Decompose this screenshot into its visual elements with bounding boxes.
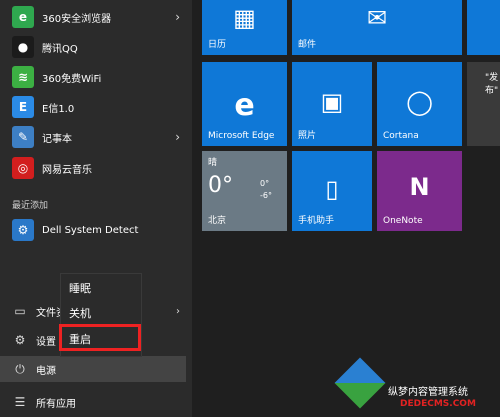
phone-assistant-icon: ▯ <box>325 175 339 203</box>
recent-section-header: 最近添加 <box>12 201 49 211</box>
app-label: Dell System Detect <box>42 224 139 236</box>
tile-label: 照片 <box>298 131 317 141</box>
folder-icon: ▭ <box>14 304 26 318</box>
all-apps-label: 所有应用 <box>36 398 76 410</box>
weather-condition: 晴 <box>208 158 218 168</box>
tile-mail[interactable]: ✉ 邮件 <box>292 0 462 55</box>
news-label: "发布" <box>485 73 499 96</box>
watermark-logo-icon <box>334 357 386 409</box>
weather-low: -6° <box>260 191 272 200</box>
watermark: 纵梦内容管理系统 DEDECMS.COM <box>334 355 500 417</box>
onenote-icon: N <box>409 173 430 201</box>
qq-icon: ● <box>12 36 34 58</box>
app-item-qq[interactable]: ● 腾讯QQ <box>0 33 192 61</box>
tile-label: Cortana <box>383 131 419 141</box>
chevron-right-icon[interactable]: › <box>176 306 180 317</box>
app-label: 360安全浏览器 <box>42 13 112 25</box>
app-item-360-wifi[interactable]: ≋ 360免费WiFi <box>0 63 192 91</box>
gear-icon: ⚙ <box>14 333 26 347</box>
app-label: 腾讯QQ <box>42 43 78 55</box>
watermark-text: 纵梦内容管理系统 <box>388 387 468 398</box>
all-apps-item[interactable]: ☰ 所有应用 <box>0 389 192 415</box>
tile-label: 手机助手 <box>298 216 335 226</box>
wifi-360-icon: ≋ <box>12 66 34 88</box>
tile-partial[interactable] <box>467 0 500 55</box>
chevron-right-icon[interactable]: › <box>175 130 180 144</box>
power-item[interactable]: ⏻ 电源 <box>0 356 186 382</box>
app-label: 360免费WiFi <box>42 73 102 85</box>
netease-music-icon: ◎ <box>12 157 34 179</box>
tile-label: 邮件 <box>298 40 317 50</box>
tile-weather[interactable]: 晴 0° 0° -6° 北京 <box>202 151 287 231</box>
tile-label: 日历 <box>208 40 227 50</box>
tile-label: Microsoft Edge <box>208 131 275 141</box>
tile-cortana[interactable]: ◯ Cortana <box>377 62 462 146</box>
tile-calendar[interactable]: ▦ 日历 <box>202 0 287 55</box>
cortana-icon: ◯ <box>406 88 433 116</box>
tile-label: OneNote <box>383 216 423 226</box>
restart-highlight <box>59 324 141 351</box>
app-label: 网易云音乐 <box>42 164 92 176</box>
power-icon: ⏻ <box>15 361 25 376</box>
app-item-dell-system-detect[interactable]: ⚙ Dell System Detect <box>0 216 192 244</box>
settings-label: 设置 <box>36 336 56 348</box>
app-item-notepad[interactable]: ✎ 记事本 › <box>0 123 192 151</box>
weather-city: 北京 <box>208 216 227 226</box>
power-label: 电源 <box>36 365 56 377</box>
calendar-icon: ▦ <box>233 4 256 32</box>
tile-edge[interactable]: e Microsoft Edge <box>202 62 287 146</box>
chevron-right-icon[interactable]: › <box>175 10 180 24</box>
browser-360-icon: e <box>12 6 34 28</box>
tile-onenote[interactable]: N OneNote <box>377 151 462 231</box>
weather-high: 0° <box>260 179 270 188</box>
tile-photos[interactable]: ▣ 照片 <box>292 62 372 146</box>
sleep-option[interactable]: 睡眠 <box>69 280 91 296</box>
app-item-netease-music[interactable]: ◎ 网易云音乐 <box>0 154 192 182</box>
watermark-url: DEDECMS.COM <box>400 399 476 409</box>
photos-icon: ▣ <box>320 88 344 116</box>
tile-phone-assistant[interactable]: ▯ 手机助手 <box>292 151 372 231</box>
exin-icon: E <box>12 96 34 118</box>
app-item-exin[interactable]: E E信1.0 <box>0 93 192 121</box>
list-icon: ☰ <box>14 395 26 409</box>
edge-icon: e <box>234 88 255 123</box>
dell-detect-icon: ⚙ <box>12 219 34 241</box>
notepad-icon: ✎ <box>12 126 34 148</box>
mail-icon: ✉ <box>366 4 388 32</box>
tile-news[interactable]: "发布" <box>467 62 500 146</box>
app-label: 记事本 <box>42 133 72 145</box>
app-item-360-browser[interactable]: e 360安全浏览器 › <box>0 3 192 31</box>
weather-temp: 0° <box>208 173 233 198</box>
app-label: E信1.0 <box>42 103 75 115</box>
shutdown-option[interactable]: 关机 <box>69 305 91 321</box>
